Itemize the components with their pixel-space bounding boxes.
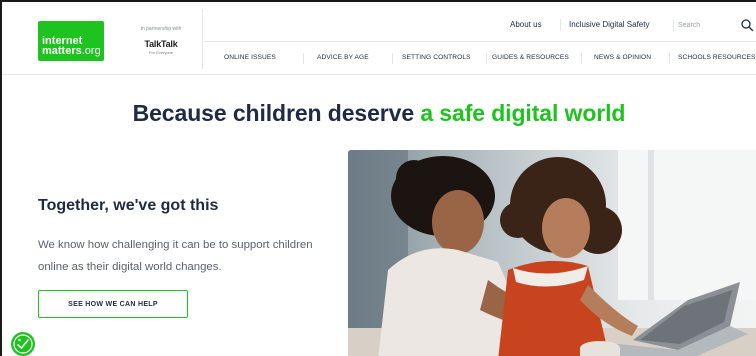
search-box (674, 9, 756, 41)
logo-line-2: matters.org (42, 45, 104, 57)
about-us-link[interactable]: About us (510, 9, 542, 41)
nav-divider (669, 53, 670, 64)
nav-news-opinion[interactable]: NEWS & OPINION (594, 42, 651, 74)
hero-title-accent: a safe digital world (420, 100, 626, 126)
nav-online-issues[interactable]: ONLINE ISSUES (224, 42, 276, 74)
nav-advice-by-age[interactable]: ADVICE BY AGE (317, 42, 369, 74)
logo-line-2-text: matters (42, 45, 82, 57)
nav-schools-resources[interactable]: SCHOOLS RESOURCES (678, 42, 756, 74)
site-header: internet matters.org In partnership with… (2, 2, 756, 75)
hero-title: Because children deserve a safe digital … (2, 100, 756, 127)
nav-divider (581, 53, 582, 64)
nav-divider (392, 53, 393, 64)
section-body: We know how challenging it can be to sup… (38, 239, 313, 273)
search-input[interactable] (674, 18, 744, 32)
partner-label: In partnership with (140, 26, 182, 32)
top-nav-divider (560, 19, 561, 31)
utility-nav: About us Inclusive Digital Safety (204, 9, 756, 42)
search-icon[interactable] (740, 18, 754, 32)
section-subhead: Together, we've got this (38, 197, 219, 214)
partner-logo[interactable]: In partnership with TalkTalk For Everyon… (124, 26, 198, 55)
accessibility-icon (11, 332, 35, 356)
page: internet matters.org In partnership with… (0, 0, 756, 356)
main-nav: ONLINE ISSUES ADVICE BY AGE SETTING CONT… (204, 42, 756, 74)
logo-block: internet matters.org In partnership with… (12, 9, 203, 69)
hero-photo (348, 150, 756, 356)
partner-tagline: For Everyone (148, 50, 173, 55)
logo-suffix: .org (81, 45, 101, 57)
inclusive-digital-safety-link[interactable]: Inclusive Digital Safety (569, 9, 649, 41)
accessibility-button[interactable] (11, 332, 35, 356)
nav-guides-resources[interactable]: GUIDES & RESOURCES (492, 42, 569, 74)
internet-matters-logo[interactable]: internet matters.org (38, 21, 104, 61)
hero-title-main: Because children deserve (132, 100, 421, 126)
see-how-we-can-help-button[interactable]: SEE HOW WE CAN HELP (38, 290, 188, 318)
nav-setting-controls[interactable]: SETTING CONTROLS (402, 42, 471, 74)
nav-divider (303, 53, 304, 64)
partner-name: TalkTalk (144, 39, 178, 49)
nav-divider (486, 53, 487, 64)
